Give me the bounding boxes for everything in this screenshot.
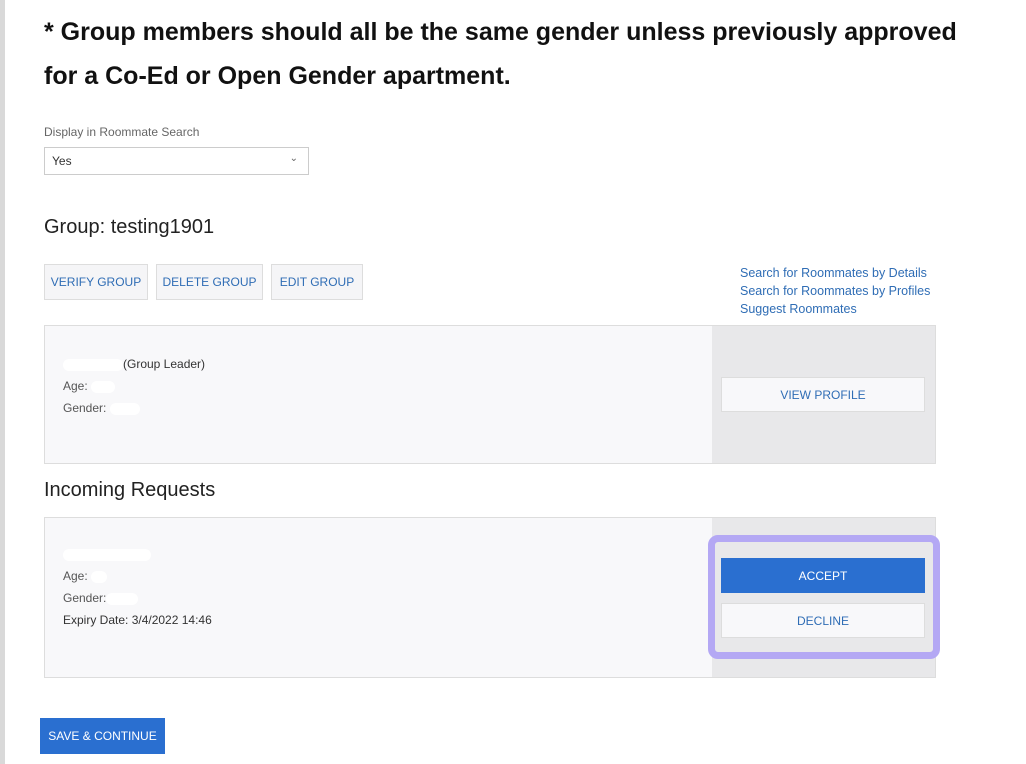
redacted-name [63, 358, 123, 371]
redacted-age [91, 380, 116, 393]
search-by-profiles-link[interactable]: Search for Roommates by Profiles [740, 282, 930, 300]
request-info: Age: Gender: Expiry Date: 3/4/2022 14:46 [63, 543, 212, 631]
age-label: Age: [63, 379, 88, 393]
member-actions: VIEW PROFILE [712, 326, 935, 463]
view-profile-button[interactable]: VIEW PROFILE [721, 377, 925, 412]
member-role: (Group Leader) [123, 357, 206, 371]
incoming-requests-title: Incoming Requests [44, 479, 216, 501]
gender-notice: * Group members should all be the same g… [44, 18, 957, 90]
redacted-gender [106, 592, 139, 605]
expiry-date: Expiry Date: 3/4/2022 14:46 [63, 613, 212, 627]
member-info: (Group Leader) Age: Gender: [63, 353, 205, 419]
redacted-gender [109, 402, 140, 415]
delete-group-button[interactable]: DELETE GROUP [156, 264, 263, 300]
redacted-age [91, 570, 108, 583]
group-title: Group: testing1901 [44, 216, 215, 238]
verify-group-button[interactable]: VERIFY GROUP [44, 264, 148, 300]
chevron-down-icon: ⌄ [289, 153, 298, 164]
gender-label: Gender: [63, 401, 107, 415]
gender-label: Gender: [63, 591, 107, 605]
roommate-links: Search for Roommates by Details Search f… [740, 264, 930, 318]
search-by-details-link[interactable]: Search for Roommates by Details [740, 264, 930, 282]
save-continue-button[interactable]: SAVE & CONTINUE [40, 718, 165, 754]
display-search-select[interactable]: Yes ⌄ [44, 147, 309, 175]
redacted-name [63, 548, 151, 561]
select-value: Yes [52, 154, 72, 168]
suggest-roommates-link[interactable]: Suggest Roommates [740, 300, 930, 318]
age-label: Age: [63, 569, 88, 583]
edit-group-button[interactable]: EDIT GROUP [271, 264, 363, 300]
highlight-annotation [708, 535, 940, 659]
left-border [0, 0, 5, 764]
member-card: (Group Leader) Age: Gender: VIEW PROFILE [44, 325, 936, 464]
display-search-label: Display in Roommate Search [44, 125, 200, 139]
